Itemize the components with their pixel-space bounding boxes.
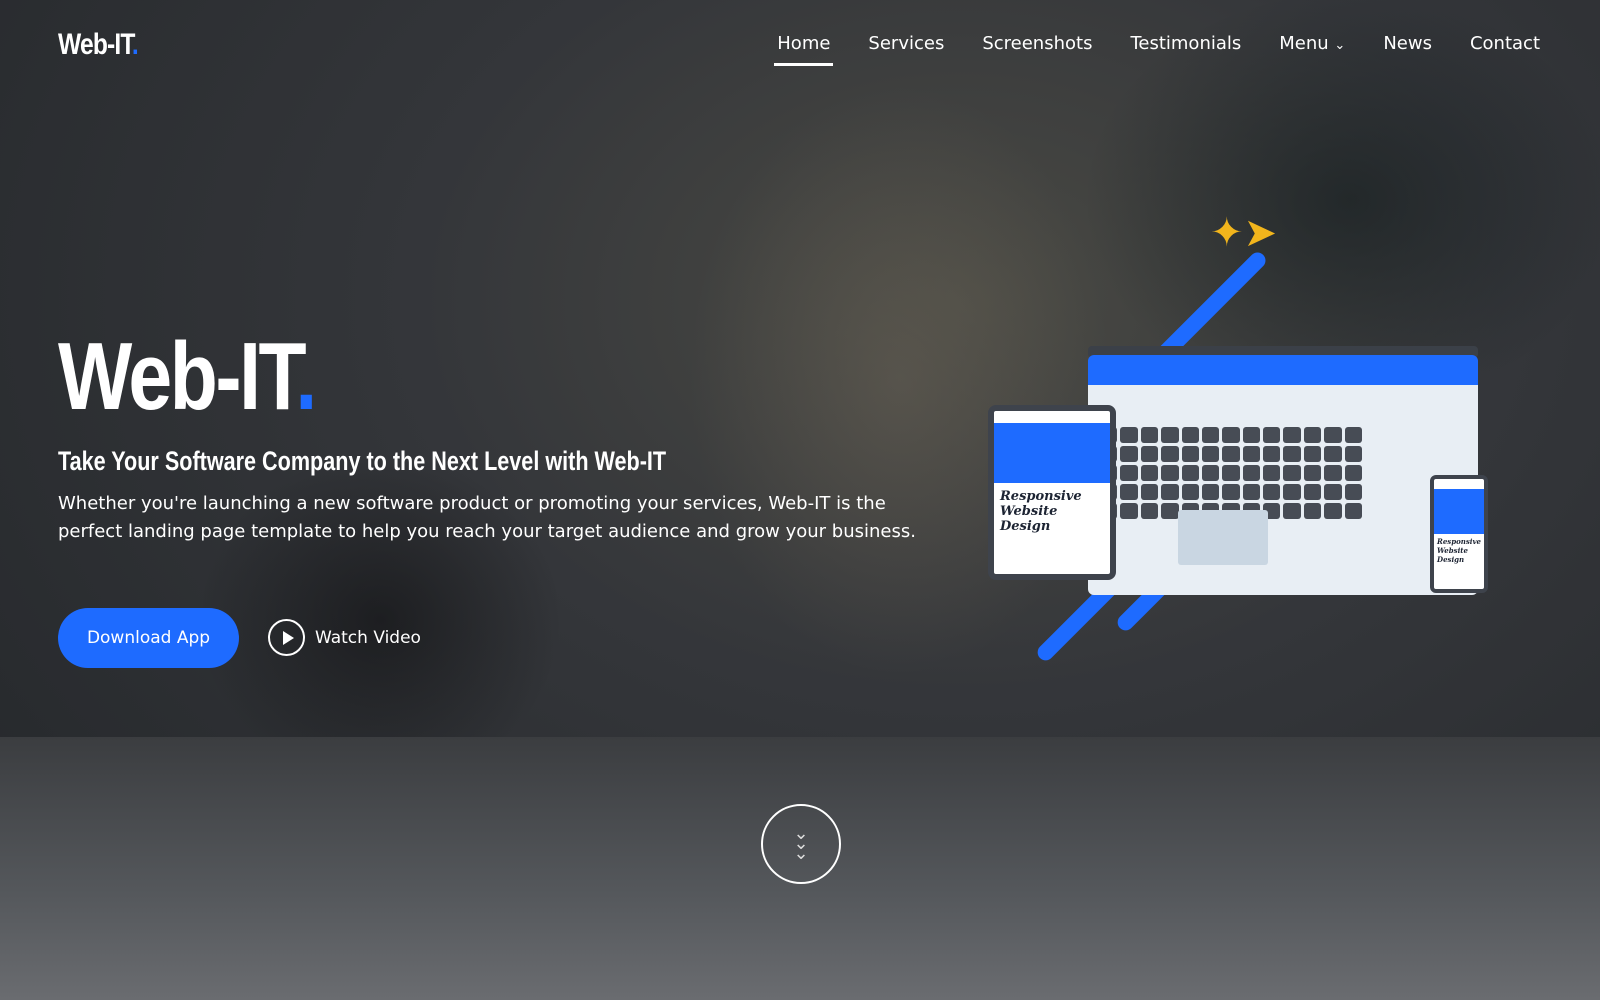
- key: [1140, 484, 1159, 500]
- laptop: [1088, 355, 1478, 595]
- hero-subtitle: Take Your Software Company to the Next L…: [58, 446, 667, 476]
- key: [1344, 484, 1362, 500]
- nav-menu[interactable]: Menu ⌄: [1279, 33, 1345, 64]
- key: [1324, 503, 1342, 519]
- site-header: Web-IT. Home Services Screenshots Testim…: [0, 0, 1600, 92]
- key: [1303, 446, 1322, 462]
- key: [1263, 465, 1281, 481]
- key: [1181, 465, 1199, 481]
- key: [1161, 503, 1179, 519]
- hero-title: Web-IT.: [58, 322, 317, 432]
- key: [1263, 446, 1281, 462]
- logo-text: Web-IT: [58, 28, 133, 61]
- key: [1242, 465, 1261, 481]
- key: [1140, 446, 1159, 462]
- key: [1303, 427, 1322, 443]
- hero-title-text: Web-IT: [58, 323, 298, 430]
- main-nav: Home Services Screenshots Testimonials M…: [774, 33, 1540, 66]
- key: [1283, 503, 1301, 519]
- logo[interactable]: Web-IT.: [58, 28, 139, 62]
- chevrons-down-icon: ⌄ ⌄ ⌄: [793, 823, 809, 864]
- key: [1222, 427, 1240, 443]
- key: [1201, 427, 1220, 443]
- key: [1222, 446, 1240, 462]
- key: [1344, 446, 1362, 462]
- nav-testimonials[interactable]: Testimonials: [1130, 33, 1241, 64]
- hero-title-dot: .: [295, 323, 317, 430]
- key: [1201, 465, 1220, 481]
- key: [1161, 465, 1179, 481]
- key: [1120, 446, 1138, 462]
- key: [1344, 427, 1362, 443]
- phone: Responsive Website Design: [1430, 475, 1488, 593]
- key: [1283, 484, 1301, 500]
- responsive-devices-illustration: ✦➤ Responsive Website Design Responsive …: [980, 170, 1520, 670]
- nav-contact[interactable]: Contact: [1470, 33, 1540, 64]
- key: [1201, 446, 1220, 462]
- key: [1140, 503, 1159, 519]
- key: [1242, 427, 1261, 443]
- key: [1140, 465, 1159, 481]
- key: [1263, 484, 1281, 500]
- scroll-down-button[interactable]: ⌄ ⌄ ⌄: [761, 804, 841, 884]
- trackpad: [1178, 510, 1268, 565]
- key: [1222, 484, 1240, 500]
- logo-dot: .: [131, 28, 139, 61]
- key: [1161, 446, 1179, 462]
- nav-screenshots[interactable]: Screenshots: [982, 33, 1092, 64]
- phone-caption: Responsive Website Design: [1437, 537, 1481, 564]
- keyboard: [1100, 427, 1362, 519]
- nav-news[interactable]: News: [1383, 33, 1432, 64]
- key: [1263, 427, 1281, 443]
- tablet: Responsive Website Design: [988, 405, 1116, 580]
- key: [1222, 465, 1240, 481]
- key: [1161, 484, 1179, 500]
- key: [1303, 465, 1322, 481]
- key: [1303, 484, 1322, 500]
- key: [1242, 484, 1261, 500]
- key: [1242, 446, 1261, 462]
- key: [1120, 484, 1138, 500]
- watch-video-label: Watch Video: [315, 627, 421, 648]
- key: [1161, 427, 1179, 443]
- key: [1181, 484, 1199, 500]
- key: [1120, 427, 1138, 443]
- play-icon: [268, 619, 305, 656]
- key: [1120, 465, 1138, 481]
- key: [1140, 427, 1159, 443]
- rocket-icon: ✦➤: [1210, 210, 1278, 256]
- nav-menu-label: Menu: [1279, 33, 1329, 54]
- chevron-down-icon: ⌄: [1334, 38, 1346, 53]
- watch-video-button[interactable]: Watch Video: [268, 619, 421, 656]
- key: [1120, 503, 1138, 519]
- key: [1324, 427, 1342, 443]
- key: [1344, 503, 1362, 519]
- nav-home[interactable]: Home: [774, 33, 834, 66]
- key: [1283, 427, 1301, 443]
- key: [1201, 484, 1220, 500]
- key: [1181, 427, 1199, 443]
- key: [1181, 446, 1199, 462]
- key: [1283, 465, 1301, 481]
- key: [1303, 503, 1322, 519]
- tablet-caption: Responsive Website Design: [1000, 489, 1082, 534]
- key: [1324, 484, 1342, 500]
- key: [1283, 446, 1301, 462]
- key: [1344, 465, 1362, 481]
- download-app-button[interactable]: Download App: [58, 608, 239, 668]
- hero-description: Whether you're launching a new software …: [58, 493, 916, 542]
- key: [1324, 465, 1342, 481]
- key: [1324, 446, 1342, 462]
- nav-services[interactable]: Services: [868, 33, 944, 64]
